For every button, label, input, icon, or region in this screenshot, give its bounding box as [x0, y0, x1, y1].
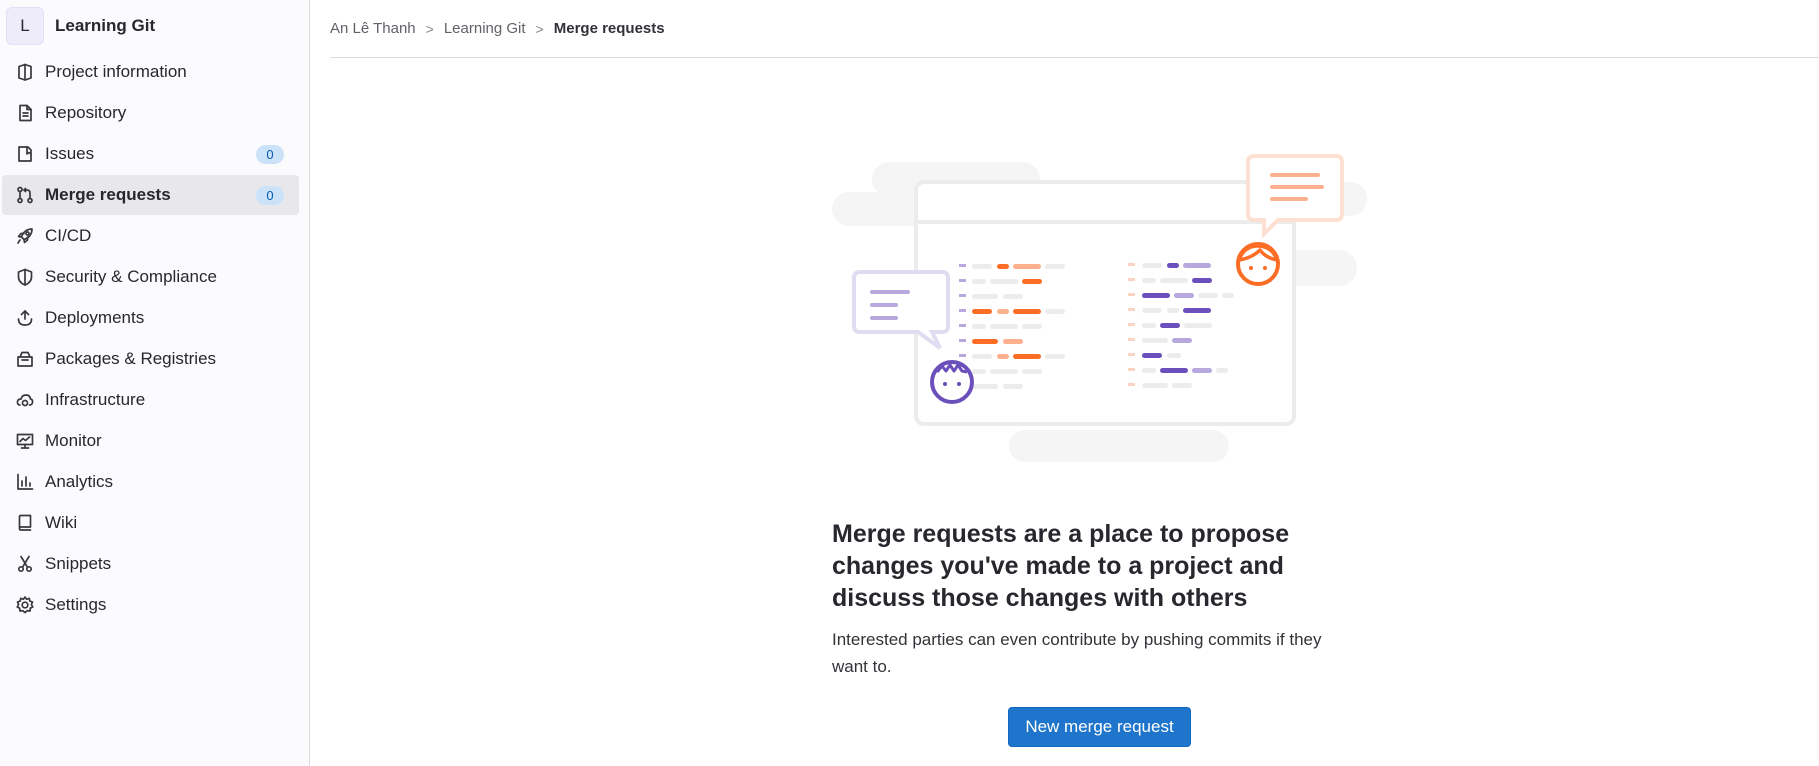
sidebar-item-settings[interactable]: Settings [2, 585, 299, 625]
shield-icon [14, 266, 36, 288]
book-icon [14, 512, 36, 534]
sidebar-item-label: Wiki [45, 513, 78, 532]
breadcrumb-item-user[interactable]: An Lê Thanh [330, 20, 416, 37]
sidebar-item-label: Monitor [45, 431, 102, 450]
project-info-icon [14, 61, 36, 83]
merge-requests-empty-illustration [832, 154, 1367, 462]
deployments-icon [14, 307, 36, 329]
breadcrumb: An Lê Thanh > Learning Git > Merge reque… [330, 0, 1819, 58]
project-avatar[interactable]: L [6, 7, 44, 45]
sidebar-item-packages-registries[interactable]: Packages & Registries [2, 339, 299, 379]
sidebar-item-label: Issues [45, 144, 95, 163]
sidebar-item-label: Security & Compliance [45, 267, 217, 286]
merge-request-icon [14, 184, 36, 206]
sidebar-item-label: Project information [45, 62, 187, 81]
empty-state-title: Merge requests are a place to propose ch… [832, 520, 1290, 612]
sidebar-item-infrastructure[interactable]: Infrastructure [2, 380, 299, 420]
monitor-icon [14, 430, 36, 452]
sidebar-item-security-compliance[interactable]: Security & Compliance [2, 257, 299, 297]
sidebar-item-repository[interactable]: Repository [2, 93, 299, 133]
issues-count-badge: 0 [256, 145, 284, 164]
sidebar-item-ci-cd[interactable]: CI/CD [2, 216, 299, 256]
merge-requests-count-badge: 0 [256, 186, 284, 205]
rocket-icon [14, 225, 36, 247]
empty-state-description: Interested parties can even contribute b… [832, 630, 1322, 676]
sidebar-item-monitor[interactable]: Monitor [2, 421, 299, 461]
new-merge-request-button[interactable]: New merge request [1008, 707, 1191, 747]
chart-icon [14, 471, 36, 493]
cloud-gear-icon [14, 389, 36, 411]
sidebar-item-label: Settings [45, 595, 107, 614]
sidebar-item-label: Repository [45, 103, 127, 122]
sidebar-item-label: Packages & Registries [45, 349, 217, 368]
issues-icon [14, 143, 36, 165]
document-icon [14, 102, 36, 124]
sidebar-nav: Project information Repository Issues 0 … [0, 52, 309, 625]
chevron-right-icon: > [535, 20, 544, 37]
sidebar-item-deployments[interactable]: Deployments [2, 298, 299, 338]
sidebar-item-label: Analytics [45, 472, 114, 491]
project-header[interactable]: L Learning Git [0, 0, 309, 52]
sidebar-item-label: Merge requests [45, 185, 171, 204]
sidebar: L Learning Git Project information Repos… [0, 0, 310, 766]
gear-icon [14, 594, 36, 616]
sidebar-item-label: Deployments [45, 308, 145, 327]
sidebar-item-project-information[interactable]: Project information [2, 52, 299, 92]
sidebar-item-wiki[interactable]: Wiki [2, 503, 299, 543]
sidebar-item-label: Snippets [45, 554, 112, 573]
sidebar-item-issues[interactable]: Issues 0 [2, 134, 299, 174]
sidebar-item-snippets[interactable]: Snippets [2, 544, 299, 584]
sidebar-item-label: CI/CD [45, 226, 92, 245]
breadcrumb-item-current[interactable]: Merge requests [554, 20, 665, 37]
chevron-right-icon: > [425, 20, 434, 37]
sidebar-item-analytics[interactable]: Analytics [2, 462, 299, 502]
breadcrumb-item-project[interactable]: Learning Git [444, 20, 526, 37]
package-icon [14, 348, 36, 370]
sidebar-item-label: Infrastructure [45, 390, 146, 409]
scissors-icon [14, 553, 36, 575]
sidebar-item-merge-requests[interactable]: Merge requests 0 [2, 175, 299, 215]
project-name[interactable]: Learning Git [55, 16, 155, 36]
